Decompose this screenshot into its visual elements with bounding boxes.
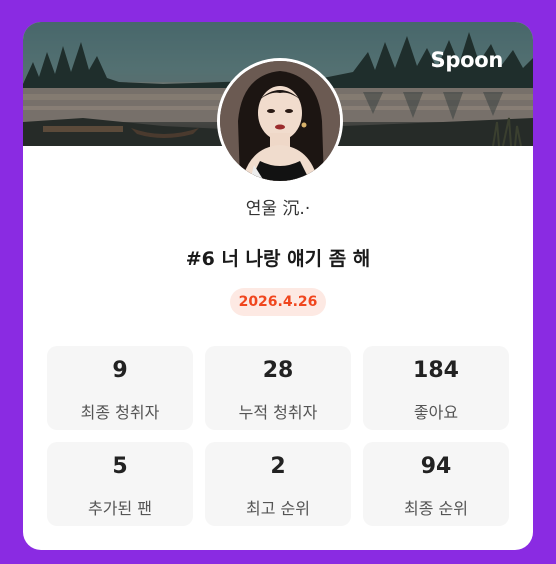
stat-value: 5 bbox=[112, 454, 128, 479]
stat-value: 2 bbox=[270, 454, 286, 479]
stat-final-listeners: 9 최종 청취자 bbox=[47, 346, 193, 430]
stat-value: 28 bbox=[262, 358, 294, 383]
stat-best-rank: 2 최고 순위 bbox=[205, 442, 351, 526]
stat-label: 좋아요 bbox=[413, 403, 459, 422]
spoon-logo: Spoon bbox=[430, 48, 504, 72]
stat-label: 최종 청취자 bbox=[80, 403, 160, 422]
stat-value: 9 bbox=[112, 358, 128, 383]
broadcast-date-badge: 2026.4.26 bbox=[230, 288, 326, 316]
stat-likes: 184 좋아요 bbox=[363, 346, 509, 430]
broadcast-summary-card: Spoon 연울 沉.· #6 너 나랑 얘기 좀 해 2026.4.26 9 … bbox=[23, 22, 533, 550]
portrait-image bbox=[220, 61, 340, 181]
stat-value: 184 bbox=[413, 358, 459, 383]
broadcast-title: #6 너 나랑 얘기 좀 해 bbox=[185, 248, 371, 270]
stat-added-fans: 5 추가된 팬 bbox=[47, 442, 193, 526]
stat-value: 94 bbox=[420, 454, 452, 479]
stat-label: 최고 순위 bbox=[246, 499, 310, 518]
avatar bbox=[217, 58, 343, 184]
stat-final-rank: 94 최종 순위 bbox=[363, 442, 509, 526]
stat-label: 최종 순위 bbox=[404, 499, 468, 518]
stat-total-listeners: 28 누적 청취자 bbox=[205, 346, 351, 430]
stat-label: 추가된 팬 bbox=[88, 499, 152, 518]
dj-name: 연울 沉.· bbox=[245, 199, 311, 219]
stat-label: 누적 청취자 bbox=[238, 403, 318, 422]
